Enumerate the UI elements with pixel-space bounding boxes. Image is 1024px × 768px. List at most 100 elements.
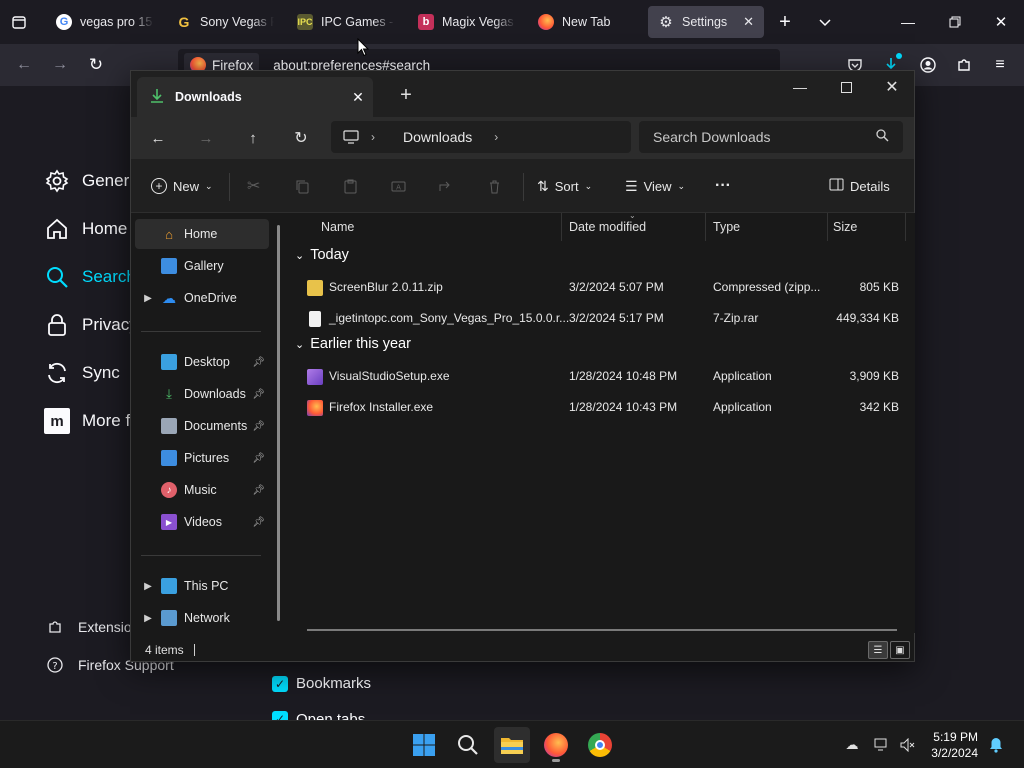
- nav-documents[interactable]: Documents 📌︎: [135, 411, 269, 441]
- cut-icon[interactable]: ✂: [247, 171, 260, 201]
- start-windows-icon[interactable]: [406, 727, 442, 763]
- details-label: Details: [850, 178, 890, 194]
- volume-muted-icon[interactable]: [898, 735, 918, 755]
- extensions-icon[interactable]: [949, 50, 979, 80]
- pin-icon: 📌︎: [252, 516, 265, 528]
- group-label: Today: [310, 247, 349, 263]
- nav-onedrive[interactable]: ▶ ☁ OneDrive: [135, 283, 269, 313]
- copy-icon[interactable]: [295, 171, 310, 201]
- group-header-today[interactable]: ⌄ Today: [295, 247, 349, 263]
- up-icon[interactable]: ↑: [238, 123, 268, 153]
- settings-nav-general[interactable]: General: [44, 168, 142, 194]
- horizontal-scrollbar[interactable]: [307, 629, 897, 631]
- close-window-button[interactable]: ✕: [986, 7, 1016, 37]
- share-icon[interactable]: [439, 171, 454, 201]
- nav-music[interactable]: ♪ Music 📌︎: [135, 475, 269, 505]
- restore-button[interactable]: [940, 7, 970, 37]
- delete-icon[interactable]: [487, 171, 502, 201]
- view-button[interactable]: ☰ View ⌄: [625, 171, 685, 201]
- tab-sony-vegas[interactable]: G Sony Vegas Pr: [166, 6, 284, 38]
- search-input[interactable]: Search Downloads: [639, 121, 903, 153]
- table-row[interactable]: VisualStudioSetup.exe 1/28/2024 10:48 PM…: [299, 362, 905, 390]
- details-pane-button[interactable]: Details: [829, 171, 890, 201]
- back-icon[interactable]: ←: [143, 123, 173, 153]
- nav-pictures[interactable]: Pictures 📌︎: [135, 443, 269, 473]
- file-size: 805 KB: [859, 280, 899, 294]
- close-tab-icon[interactable]: ✕: [743, 14, 754, 30]
- column-header-name[interactable]: Name: [321, 213, 354, 241]
- details-view-icon[interactable]: ☰: [868, 641, 888, 659]
- nav-videos[interactable]: ▶ Videos 📌︎: [135, 507, 269, 537]
- search-icon[interactable]: [450, 727, 486, 763]
- file-size: 342 KB: [859, 400, 899, 414]
- minimize-button[interactable]: —: [777, 71, 823, 103]
- system-clock[interactable]: 5:19 PM 3/2/2024: [931, 729, 978, 761]
- tab-settings[interactable]: ⚙ Settings ✕: [648, 6, 764, 38]
- bookmarks-checkbox[interactable]: ✓ Bookmarks: [272, 675, 371, 692]
- new-tab-button[interactable]: +: [383, 79, 429, 111]
- settings-nav-privacy[interactable]: Privacy: [44, 312, 138, 338]
- chevron-right-icon[interactable]: ▶: [135, 293, 161, 304]
- maximize-button[interactable]: [823, 71, 869, 103]
- network-icon[interactable]: [872, 735, 892, 755]
- settings-nav-search[interactable]: Search: [44, 264, 136, 290]
- menu-icon[interactable]: ≡: [985, 50, 1015, 80]
- tab-vegas-pro[interactable]: G vegas pro 15 -: [46, 6, 164, 38]
- zip-folder-icon: [307, 280, 323, 296]
- new-tab-button[interactable]: +: [770, 7, 800, 37]
- reload-icon[interactable]: ↻: [81, 50, 111, 80]
- group-header-earlier-this-year[interactable]: ⌄ Earlier this year: [295, 336, 411, 352]
- navigation-scrollbar[interactable]: [277, 225, 280, 621]
- nav-gallery[interactable]: Gallery: [135, 251, 269, 281]
- new-button[interactable]: + New ⌄: [151, 171, 213, 201]
- firefox-icon[interactable]: [538, 727, 574, 763]
- list-all-tabs-button[interactable]: [810, 7, 840, 37]
- more-options-button[interactable]: ···: [715, 171, 731, 201]
- minimize-button[interactable]: —: [893, 7, 923, 37]
- refresh-icon[interactable]: ↻: [286, 123, 316, 153]
- rename-icon[interactable]: A: [391, 171, 406, 201]
- sort-button[interactable]: ⇅ Sort ⌄: [537, 171, 592, 201]
- tab-magix-vegas[interactable]: b Magix Vegas P: [408, 6, 526, 38]
- nav-downloads[interactable]: ⤓ Downloads 📌︎: [135, 379, 269, 409]
- back-icon[interactable]: ←: [9, 50, 39, 80]
- open-tabs-checkbox[interactable]: ✓ Open tabs: [272, 711, 365, 720]
- settings-nav-home[interactable]: Home: [44, 216, 127, 242]
- column-header-size[interactable]: Size: [833, 213, 857, 241]
- chevron-right-icon[interactable]: ▶: [135, 581, 161, 592]
- breadcrumb-downloads[interactable]: Downloads: [403, 129, 472, 145]
- nav-this-pc[interactable]: ▶ This PC: [135, 571, 269, 601]
- tiles-view-icon[interactable]: ▣: [890, 641, 910, 659]
- settings-nav-extensions[interactable]: Extension: [46, 618, 139, 636]
- account-icon[interactable]: [913, 50, 943, 80]
- address-bar[interactable]: › Downloads ›: [331, 121, 631, 153]
- table-row[interactable]: ScreenBlur 2.0.11.zip 3/2/2024 5:07 PM C…: [299, 273, 905, 301]
- documents-icon: [161, 418, 177, 434]
- forward-icon[interactable]: →: [191, 123, 221, 153]
- tab-new-tab[interactable]: New Tab: [528, 6, 646, 38]
- tab-label: Sony Vegas Pr: [200, 15, 274, 29]
- mouse-cursor-icon: [357, 37, 370, 62]
- nav-network[interactable]: ▶ Network: [135, 603, 269, 633]
- tab-ipc-games[interactable]: IPC IPC Games - [IP: [287, 6, 405, 38]
- onedrive-offline-icon[interactable]: ☁: [842, 735, 862, 755]
- explorer-tab-downloads[interactable]: Downloads ✕: [137, 77, 373, 117]
- column-header-type[interactable]: Type: [713, 213, 740, 241]
- close-window-button[interactable]: ✕: [869, 71, 915, 103]
- file-name: ScreenBlur 2.0.11.zip: [329, 280, 443, 294]
- notification-bell-icon[interactable]: [986, 735, 1006, 755]
- nav-desktop[interactable]: Desktop 📌︎: [135, 347, 269, 377]
- chrome-icon[interactable]: [582, 727, 618, 763]
- paste-icon[interactable]: [343, 171, 358, 201]
- table-row[interactable]: Firefox Installer.exe 1/28/2024 10:43 PM…: [299, 393, 905, 421]
- chevron-right-icon[interactable]: ▶: [135, 613, 161, 624]
- close-tab-icon[interactable]: ✕: [343, 89, 373, 106]
- firefox-view-icon[interactable]: [4, 7, 34, 37]
- forward-icon[interactable]: →: [45, 50, 75, 80]
- nav-home[interactable]: ⌂ Home: [135, 219, 269, 249]
- settings-nav-sync[interactable]: Sync: [44, 360, 120, 386]
- table-row[interactable]: _igetintopc.com_Sony_Vegas_Pro_15.0.0.r.…: [299, 304, 905, 332]
- file-explorer-icon[interactable]: [494, 727, 530, 763]
- settings-nav-more-from-mozilla[interactable]: m More fr: [44, 408, 136, 434]
- chevron-right-icon[interactable]: ›: [494, 130, 498, 144]
